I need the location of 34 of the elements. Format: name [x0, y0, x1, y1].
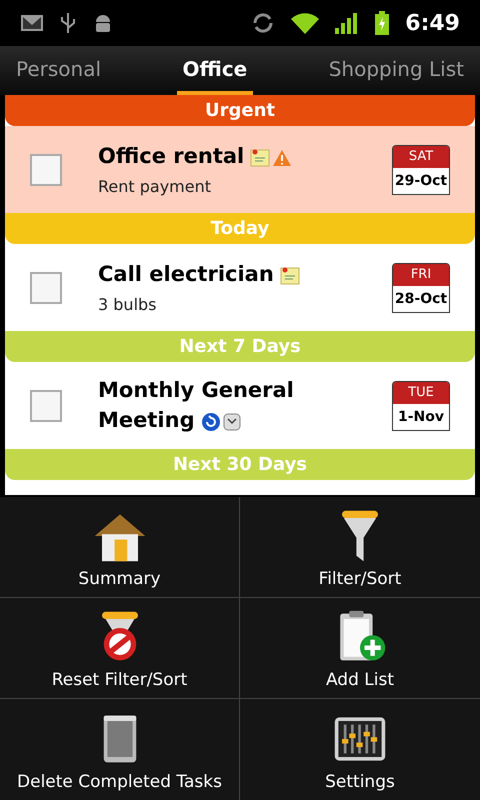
tab[interactable]: Shopping List	[322, 46, 470, 95]
weekday-label: SAT	[393, 146, 449, 168]
task-title: Office rental	[98, 144, 244, 168]
task-title: Monthly General Meeting	[98, 378, 294, 432]
menu-item[interactable]: Settings	[240, 699, 480, 800]
usb-icon	[60, 11, 76, 35]
clock-time: 6:49	[405, 10, 460, 38]
battery-icon	[375, 11, 390, 35]
wifi-icon	[291, 12, 320, 34]
menu-item[interactable]: Filter/Sort	[240, 497, 480, 598]
section-header: Next 7 Days	[5, 331, 475, 362]
checkbox[interactable]	[30, 154, 62, 186]
date-label: 28-Oct	[394, 290, 448, 308]
sync-icon	[251, 11, 276, 35]
menu-item[interactable]: Reset Filter/Sort	[0, 598, 240, 699]
task-row[interactable]: Office rental Rent payment SAT 29-Oct	[5, 126, 475, 213]
mail-icon	[20, 13, 44, 33]
checkbox[interactable]	[30, 272, 62, 304]
task-title: Call electrician	[98, 262, 274, 286]
weekday-label: FRI	[393, 264, 449, 286]
tab[interactable]: Personal	[10, 46, 108, 95]
section-header: Next 30 Days	[5, 449, 475, 480]
menu-item[interactable]: Add List	[240, 598, 480, 699]
menu-item[interactable]: Summary	[0, 497, 240, 598]
checkbox[interactable]	[30, 390, 62, 422]
signal-icon	[335, 12, 360, 34]
task-note: 3 bulbs	[98, 294, 158, 316]
date-label: 1-Nov	[396, 408, 445, 426]
menu-item[interactable]: Delete Completed Tasks	[0, 699, 240, 800]
section-header: Urgent	[5, 95, 475, 126]
section-header: Today	[5, 213, 475, 244]
task-note: Rent payment	[98, 176, 212, 198]
weekday-label: TUE	[393, 382, 449, 404]
date-label: 29-Oct	[394, 172, 448, 190]
